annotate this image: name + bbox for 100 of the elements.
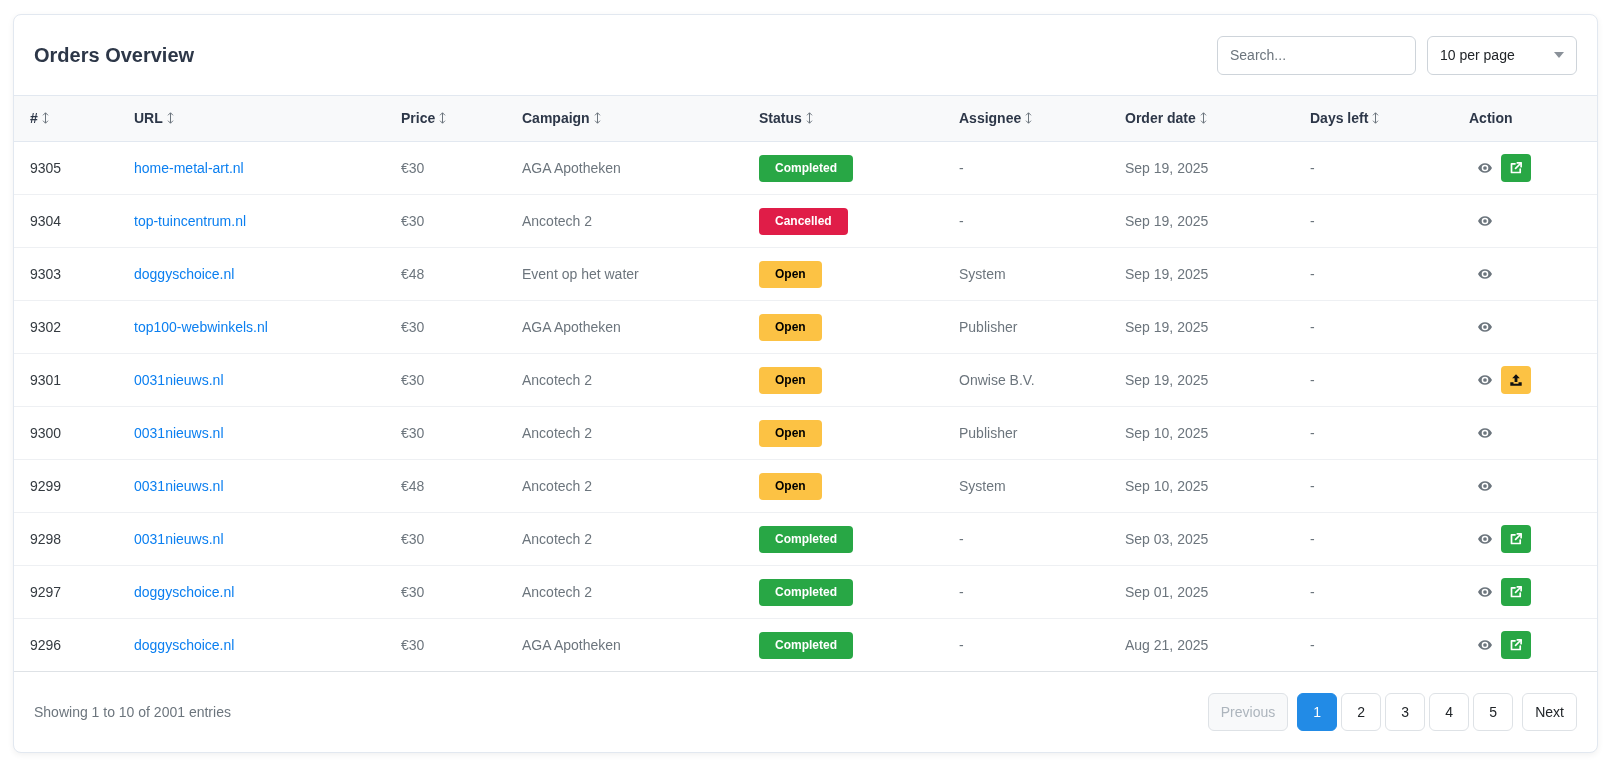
page-button[interactable]: 5 (1473, 693, 1514, 731)
sort-icon (439, 112, 447, 124)
assignee-text: - (943, 618, 1109, 672)
eye-icon[interactable] (1478, 640, 1492, 650)
eye-icon[interactable] (1478, 322, 1492, 332)
campaign-text: Ancotech 2 (506, 512, 743, 566)
assignee-text: System (943, 247, 1109, 301)
campaign-text: Event op het water (506, 247, 743, 301)
eye-icon[interactable] (1478, 375, 1492, 385)
url-link[interactable]: doggyschoice.nl (134, 583, 235, 600)
page-button[interactable]: 1 (1297, 693, 1338, 731)
price-text: €30 (385, 512, 506, 566)
days-left-text: - (1294, 300, 1453, 354)
eye-icon[interactable] (1478, 481, 1492, 491)
per-page-select[interactable]: 10 per page (1427, 35, 1577, 75)
order-date-text: Sep 10, 2025 (1109, 459, 1294, 513)
days-left-text: - (1294, 353, 1453, 407)
order-date-text: Aug 21, 2025 (1109, 618, 1294, 672)
upload-icon (1510, 374, 1522, 386)
sort-icon (166, 112, 174, 124)
next-page-button[interactable]: Next (1522, 693, 1577, 731)
assignee-text: - (943, 565, 1109, 619)
sort-icon (805, 112, 813, 124)
campaign-text: AGA Apotheken (506, 141, 743, 195)
order-date-text: Sep 19, 2025 (1109, 141, 1294, 195)
caret-icon (1554, 52, 1564, 58)
eye-icon[interactable] (1478, 269, 1492, 279)
price-text: €30 (385, 565, 506, 619)
assignee-text: Publisher (943, 300, 1109, 354)
url-link[interactable]: 0031nieuws.nl (134, 371, 224, 388)
assignee-text: - (943, 141, 1109, 195)
page-button[interactable]: 3 (1385, 693, 1426, 731)
url-link[interactable]: doggyschoice.nl (134, 636, 235, 653)
days-left-text: - (1294, 247, 1453, 301)
url-link[interactable]: home-metal-art.nl (134, 159, 244, 176)
url-link[interactable]: 0031nieuws.nl (134, 424, 224, 441)
status-tag: Open (759, 472, 822, 500)
order-date-text: Sep 19, 2025 (1109, 194, 1294, 248)
assignee-text: - (943, 512, 1109, 566)
order-number: 9303 (14, 247, 118, 301)
open-link-button[interactable] (1501, 154, 1531, 182)
page-button[interactable]: 4 (1429, 693, 1470, 731)
url-link[interactable]: 0031nieuws.nl (134, 477, 224, 494)
page-title: Orders Overview (34, 43, 195, 67)
order-number: 9296 (14, 618, 118, 672)
order-number: 9302 (14, 300, 118, 354)
open-link-button[interactable] (1501, 631, 1531, 659)
order-date-text: Sep 19, 2025 (1109, 353, 1294, 407)
assignee-text: Onwise B.V. (943, 353, 1109, 407)
order-number: 9305 (14, 141, 118, 195)
entries-summary: Showing 1 to 10 of 2001 entries (34, 702, 231, 722)
column-header[interactable]: Status (759, 110, 813, 126)
column-header[interactable]: Assignee (959, 110, 1033, 126)
campaign-text: Ancotech 2 (506, 565, 743, 619)
search-field[interactable]: Search... (1217, 35, 1416, 75)
order-number: 9297 (14, 565, 118, 619)
days-left-text: - (1294, 459, 1453, 513)
assignee-text: System (943, 459, 1109, 513)
page-button[interactable]: 2 (1341, 693, 1382, 731)
url-link[interactable]: top100-webwinkels.nl (134, 318, 268, 335)
column-header[interactable]: # (30, 110, 49, 126)
price-text: €30 (385, 406, 506, 460)
open-link-button[interactable] (1501, 578, 1531, 606)
eye-icon[interactable] (1478, 216, 1492, 226)
external-link-icon (1510, 639, 1522, 651)
assignee-text: - (943, 194, 1109, 248)
url-link[interactable]: doggyschoice.nl (134, 265, 235, 282)
column-header[interactable]: Price (401, 110, 447, 126)
order-number: 9298 (14, 512, 118, 566)
status-tag: Completed (759, 578, 853, 606)
column-header[interactable]: Order date (1125, 110, 1207, 126)
days-left-text: - (1294, 194, 1453, 248)
column-header[interactable]: URL (134, 110, 174, 126)
order-number: 9304 (14, 194, 118, 248)
column-header[interactable]: Campaign (522, 110, 601, 126)
sort-icon (41, 112, 49, 124)
status-tag: Open (759, 419, 822, 447)
status-tag: Completed (759, 631, 853, 659)
campaign-text: Ancotech 2 (506, 194, 743, 248)
sort-icon (1372, 112, 1380, 124)
open-link-button[interactable] (1501, 525, 1531, 553)
order-date-text: Sep 01, 2025 (1109, 565, 1294, 619)
eye-icon[interactable] (1478, 587, 1492, 597)
status-tag: Open (759, 260, 822, 288)
days-left-text: - (1294, 512, 1453, 566)
url-link[interactable]: top-tuincentrum.nl (134, 212, 247, 229)
campaign-text: Ancotech 2 (506, 459, 743, 513)
order-date-text: Sep 19, 2025 (1109, 247, 1294, 301)
url-link[interactable]: 0031nieuws.nl (134, 530, 224, 547)
eye-icon[interactable] (1478, 534, 1492, 544)
eye-icon[interactable] (1478, 428, 1492, 438)
eye-icon[interactable] (1478, 163, 1492, 173)
upload-button[interactable] (1501, 366, 1531, 394)
campaign-text: Ancotech 2 (506, 406, 743, 460)
status-tag: Open (759, 313, 822, 341)
days-left-text: - (1294, 406, 1453, 460)
price-text: €30 (385, 300, 506, 354)
sort-icon (593, 112, 601, 124)
external-link-icon (1510, 162, 1522, 174)
column-header[interactable]: Days left (1310, 110, 1380, 126)
